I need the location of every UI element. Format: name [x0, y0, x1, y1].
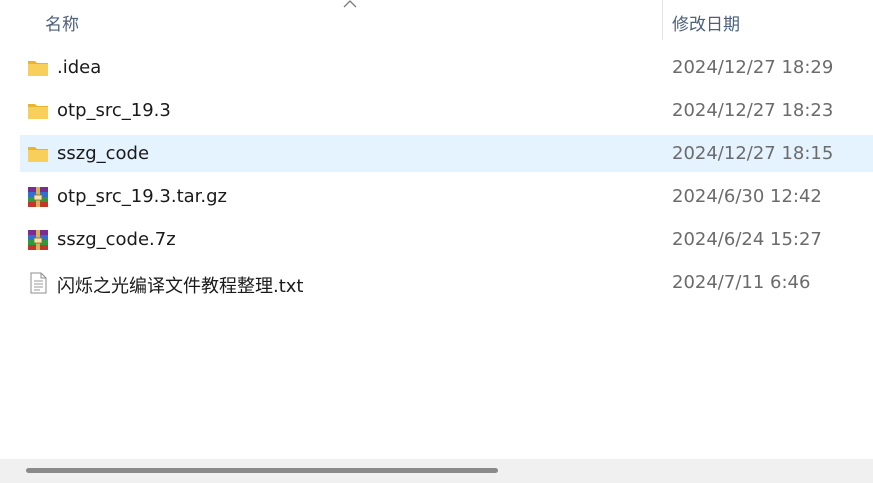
file-name: otp_src_19.3.tar.gz	[57, 186, 228, 207]
name-column-label: 名称	[45, 15, 79, 35]
file-row-tutorial-txt[interactable]: 闪烁之光编译文件教程整理.txt 2024/7/11 6:46	[20, 264, 873, 301]
file-date: 2024/12/27 18:29	[672, 57, 834, 78]
file-row-sszg-code[interactable]: sszg_code 2024/12/27 18:15	[20, 135, 873, 172]
archive-icon	[28, 187, 48, 207]
file-date: 2024/6/24 15:27	[672, 229, 822, 250]
name-column-header[interactable]: 名称	[22, 0, 662, 40]
file-row-idea[interactable]: .idea 2024/12/27 18:29	[20, 49, 873, 86]
file-name: sszg_code	[57, 143, 150, 164]
file-explorer-window: 名称 修改日期 .idea 2024/12/27 18:29 otp_src_1…	[0, 0, 873, 483]
file-date: 2024/12/27 18:23	[672, 100, 834, 121]
text-file-icon	[30, 272, 47, 294]
folder-icon	[28, 61, 48, 76]
file-date: 2024/12/27 18:15	[672, 143, 834, 164]
file-name: 闪烁之光编译文件教程整理.txt	[57, 276, 304, 297]
file-date: 2024/7/11 6:46	[672, 272, 811, 293]
horizontal-scrollbar-thumb[interactable]	[26, 468, 498, 473]
file-name: otp_src_19.3	[57, 100, 171, 121]
file-name: sszg_code.7z	[57, 229, 176, 250]
file-row-sszg-code-7z[interactable]: sszg_code.7z 2024/6/24 15:27	[20, 221, 873, 258]
date-modified-column-header[interactable]: 修改日期	[663, 0, 873, 40]
file-row-otp-src[interactable]: otp_src_19.3 2024/12/27 18:23	[20, 92, 873, 129]
sort-ascending-icon	[343, 0, 357, 8]
date-modified-column-label: 修改日期	[672, 15, 740, 35]
archive-icon	[28, 230, 48, 250]
folder-icon	[28, 104, 48, 119]
folder-icon	[28, 147, 48, 162]
column-header-bar: 名称 修改日期	[0, 0, 873, 40]
file-row-otp-src-tar-gz[interactable]: otp_src_19.3.tar.gz 2024/6/30 12:42	[20, 178, 873, 215]
file-date: 2024/6/30 12:42	[672, 186, 822, 207]
file-name: .idea	[57, 57, 102, 78]
horizontal-scrollbar[interactable]	[0, 459, 873, 483]
